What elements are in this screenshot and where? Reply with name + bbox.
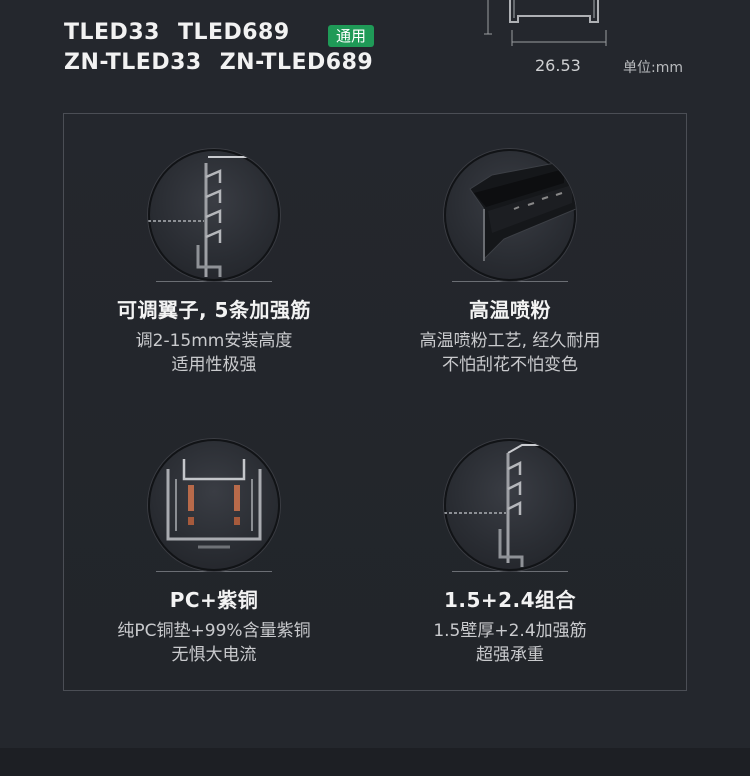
feature-card: 可调翼子, 5条加强筋 调2-15mm安装高度 适用性极强 bbox=[64, 149, 364, 377]
description-line: 高温喷粉工艺, 经久耐用 bbox=[419, 331, 601, 351]
description-line: 1.5壁厚+2.4加强筋 bbox=[433, 621, 587, 641]
model-line-1: TLED33 TLED689 bbox=[64, 20, 290, 45]
feature-title: 1.5+2.4组合 bbox=[443, 588, 577, 612]
bottom-band bbox=[0, 748, 750, 776]
unit-label: 单位:mm bbox=[623, 60, 683, 76]
divider bbox=[452, 571, 568, 572]
universal-badge: 通用 bbox=[328, 25, 375, 47]
feature-card: PC+紫铜 纯PC铜垫+99%含量紫铜 无惧大电流 bbox=[64, 439, 364, 667]
divider bbox=[156, 281, 272, 282]
model-name: ZN-TLED33 bbox=[64, 50, 202, 75]
powder-coated-track-icon bbox=[444, 149, 576, 281]
description-line: 超强承重 bbox=[476, 645, 544, 665]
copper-conductor-section-icon bbox=[148, 439, 280, 571]
feature-title: 可调翼子, 5条加强筋 bbox=[117, 298, 311, 322]
divider bbox=[156, 571, 272, 572]
feature-description: 高温喷粉工艺, 经久耐用 不怕刮花不怕变色 bbox=[360, 329, 660, 377]
adjustable-wing-profile-icon bbox=[148, 149, 280, 281]
feature-description: 纯PC铜垫+99%含量紫铜 无惧大电流 bbox=[64, 619, 364, 667]
feature-description: 调2-15mm安装高度 适用性极强 bbox=[64, 329, 364, 377]
model-name: TLED33 bbox=[64, 20, 160, 45]
wall-thickness-profile-icon bbox=[444, 439, 576, 571]
features-panel: 可调翼子, 5条加强筋 调2-15mm安装高度 适用性极强 高温喷粉 高温喷粉工… bbox=[63, 113, 687, 691]
divider bbox=[452, 281, 568, 282]
width-dimension: 26.53 bbox=[535, 56, 581, 75]
track-profile-drawing bbox=[484, 0, 607, 46]
header: TLED33 TLED689 通用 ZN-TLED33 ZN-TLED689 26.… bbox=[0, 0, 750, 100]
description-line: 不怕刮花不怕变色 bbox=[442, 355, 578, 375]
feature-card: 1.5+2.4组合 1.5壁厚+2.4加强筋 超强承重 bbox=[360, 439, 660, 667]
description-line: 无惧大电流 bbox=[171, 645, 257, 665]
description-line: 适用性极强 bbox=[171, 355, 257, 375]
feature-description: 1.5壁厚+2.4加强筋 超强承重 bbox=[360, 619, 660, 667]
model-name: TLED689 bbox=[177, 20, 290, 45]
description-line: 纯PC铜垫+99%含量紫铜 bbox=[117, 621, 311, 641]
description-line: 调2-15mm安装高度 bbox=[135, 331, 293, 351]
model-name: ZN-TLED689 bbox=[219, 50, 374, 75]
feature-title: PC+紫铜 bbox=[169, 588, 259, 612]
feature-card: 高温喷粉 高温喷粉工艺, 经久耐用 不怕刮花不怕变色 bbox=[360, 149, 660, 377]
model-line-2: ZN-TLED33 ZN-TLED689 bbox=[64, 50, 373, 75]
feature-title: 高温喷粉 bbox=[469, 298, 551, 322]
